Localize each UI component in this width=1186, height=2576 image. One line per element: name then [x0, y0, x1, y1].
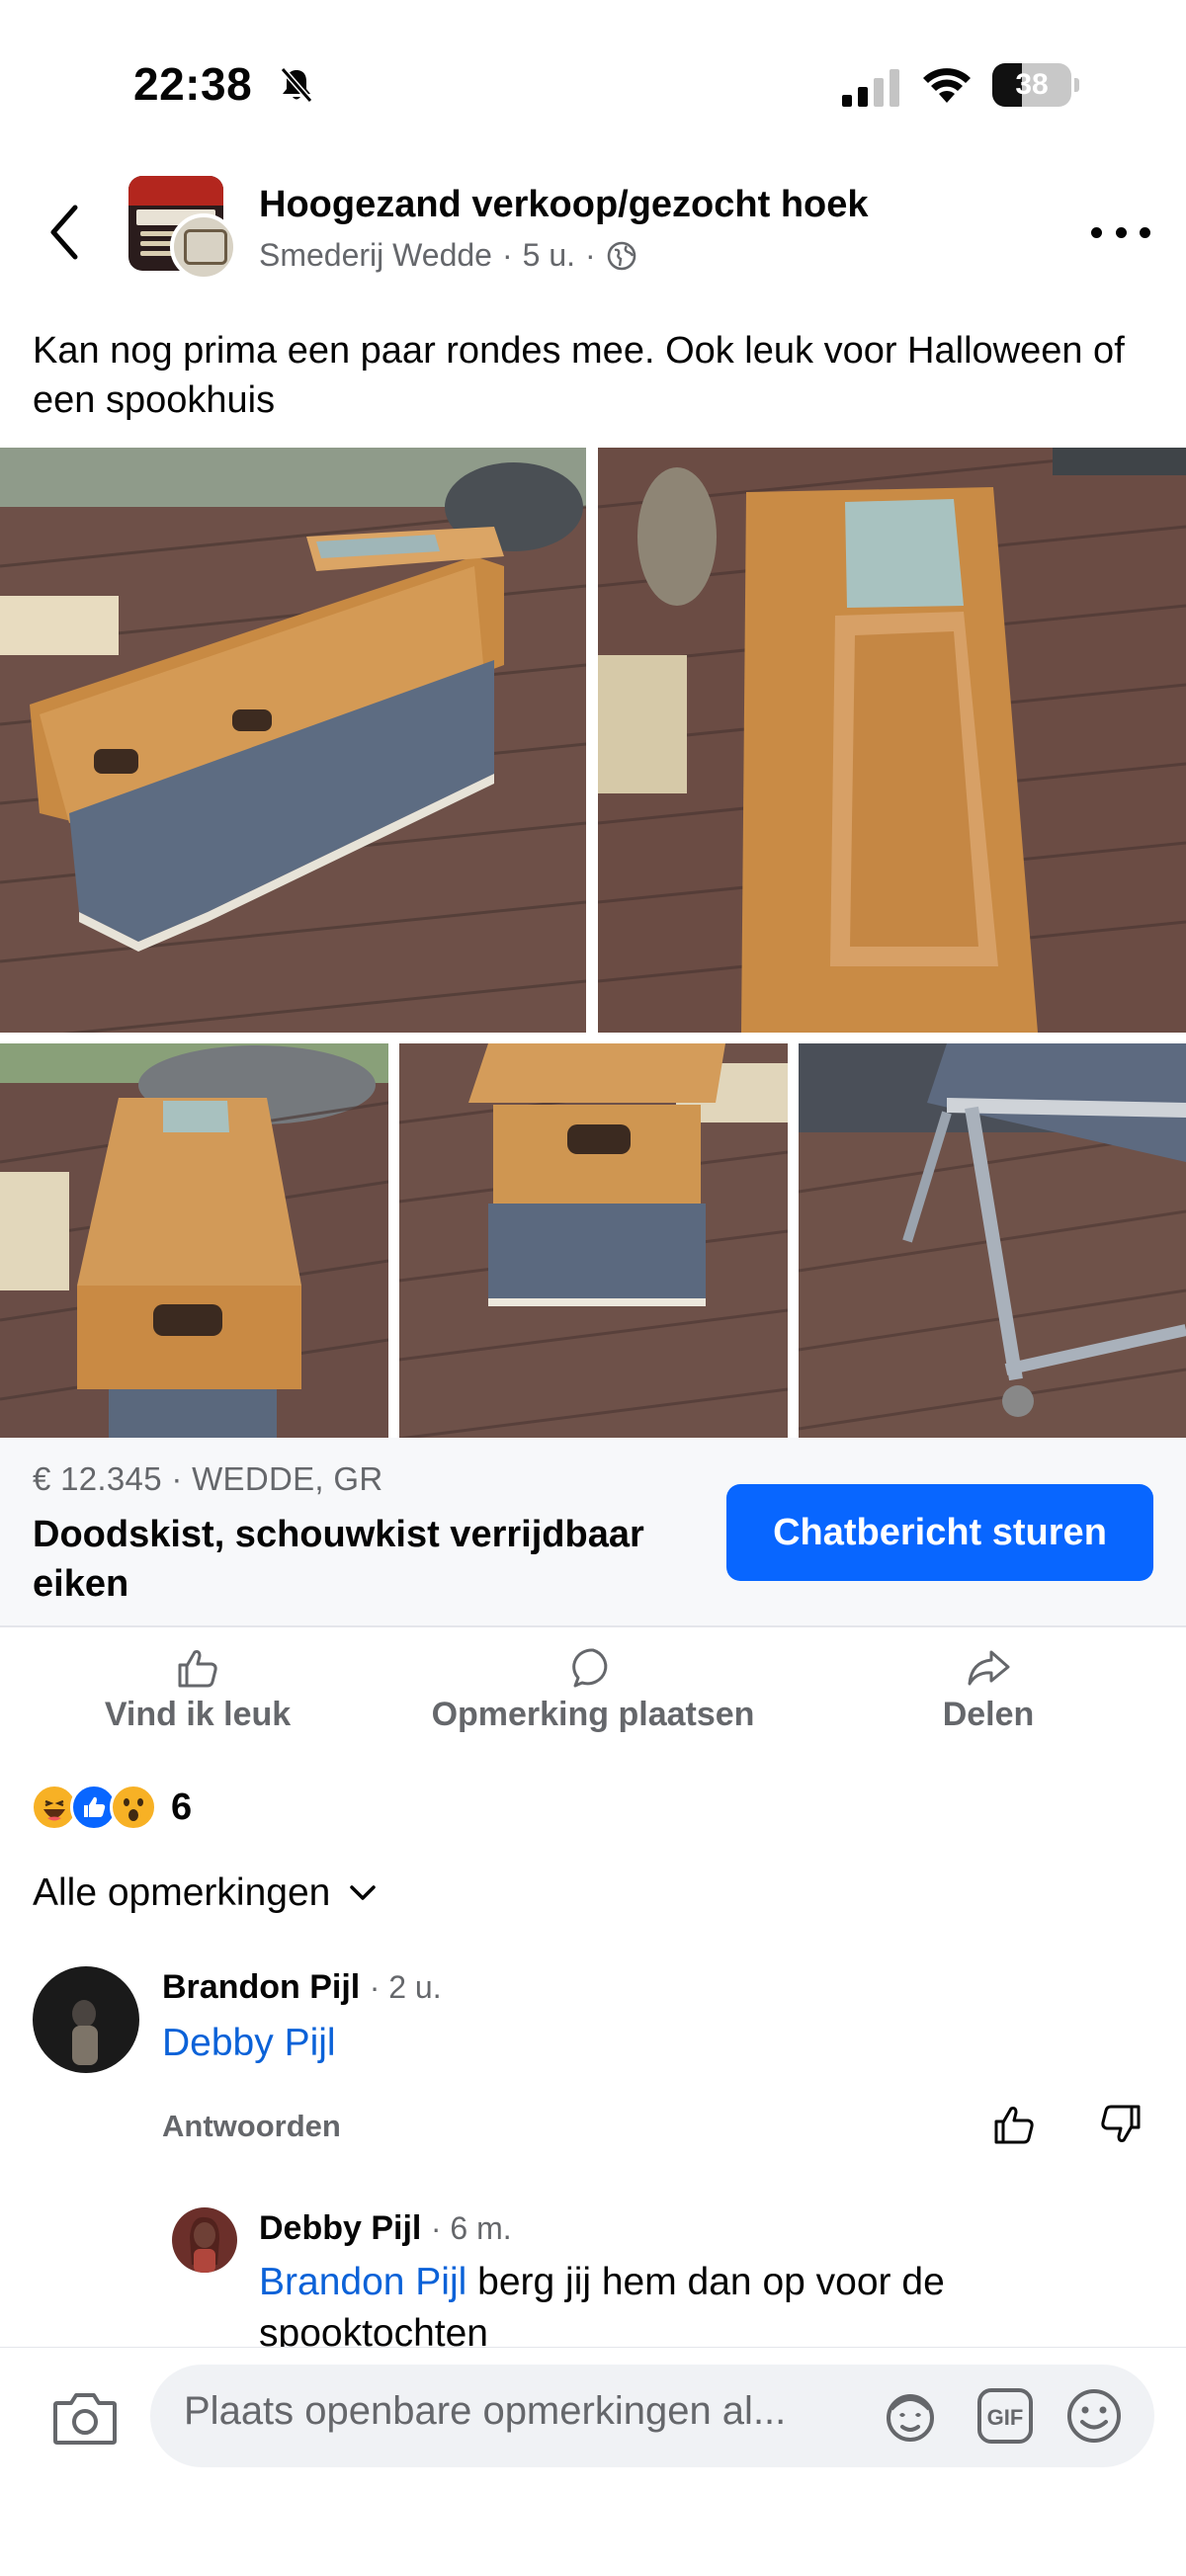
reaction-count: 6 [171, 1786, 193, 1828]
comments-filter-dropdown[interactable]: Alle opmerkingen [33, 1871, 378, 1915]
photo-2[interactable] [598, 448, 1186, 1033]
coffin-end-photo [0, 1043, 388, 1438]
globe-icon [607, 241, 635, 270]
upvote-icon[interactable] [990, 2101, 1038, 2148]
reply-mention[interactable]: Brandon Pijl [259, 2261, 466, 2303]
share-label: Delen [942, 1696, 1035, 1733]
cellular-signal-icon [842, 69, 899, 107]
commenter-avatar[interactable] [33, 1966, 139, 2073]
status-bar: 22:38 38 [0, 0, 1186, 148]
chevron-down-icon [350, 1885, 377, 1900]
listing-title[interactable]: Doodskist, schouwkist verrijdbaar eiken [33, 1510, 715, 1609]
gif-icon[interactable]: GIF [974, 2385, 1036, 2447]
reply-author[interactable]: Debby Pijl · 6 m. [259, 2209, 512, 2248]
coffin-top-photo [598, 448, 1186, 1033]
group-name[interactable]: Hoogezand verkoop/gezocht hoek [259, 184, 869, 226]
coffin-front-photo [399, 1043, 788, 1438]
reply-time: · 6 m. [430, 2210, 512, 2246]
wifi-icon [923, 68, 971, 103]
photo-1[interactable] [0, 448, 586, 1033]
photo-3[interactable] [0, 1043, 388, 1438]
photo-5[interactable] [799, 1043, 1186, 1438]
wow-reaction-icon [110, 1784, 157, 1831]
post-text: Kan nog prima een paar rondes mee. Ook l… [33, 330, 1125, 421]
emoji-icon[interactable] [1063, 2385, 1125, 2447]
listing-price-location: € 12.345 · WEDDE, GR [33, 1460, 383, 1497]
chevron-left-icon [50, 205, 78, 260]
author-name[interactable]: Smederij Wedde [259, 237, 492, 274]
share-button[interactable]: Delen [909, 1644, 1067, 1743]
comments-filter-label: Alle opmerkingen [33, 1871, 331, 1914]
photo-4[interactable] [399, 1043, 788, 1438]
share-arrow-icon [968, 1650, 1010, 1686]
more-options-button[interactable] [1091, 217, 1150, 247]
meta-separator: · [501, 237, 513, 273]
more-dots-icon [1091, 226, 1102, 238]
reply-button[interactable]: Antwoorden [162, 2109, 341, 2144]
comment-time: · 2 u. [369, 1969, 442, 2005]
coffin-trolley-photo [799, 1043, 1186, 1438]
avatar-sticker-icon[interactable] [880, 2385, 941, 2447]
send-message-button[interactable]: Chatbericht sturen [726, 1484, 1153, 1581]
camera-icon[interactable] [51, 2389, 119, 2449]
thumbs-up-icon [178, 1650, 217, 1688]
comment-input-placeholder[interactable]: Plaats openbare opmerkingen al... [184, 2389, 856, 2434]
comment-label: Opmerking plaatsen [431, 1696, 755, 1733]
battery-percentage: 38 [1015, 68, 1049, 101]
comment-author[interactable]: Brandon Pijl · 2 u. [162, 1968, 442, 2007]
reactions-summary[interactable]: 6 [31, 1783, 192, 1832]
author-avatar[interactable] [170, 213, 237, 281]
reply-text: Brandon Pijl berg jij hem dan op voor de… [259, 2261, 945, 2355]
coffin-side-photo [0, 448, 586, 1033]
comment-text: Debby Pijl [162, 2018, 1131, 2069]
battery-indicator: 38 [992, 63, 1079, 107]
meta-separator: · [585, 237, 596, 273]
reply-avatar[interactable] [172, 2207, 237, 2273]
like-button[interactable]: Vind ik leuk [99, 1644, 296, 1743]
back-button[interactable] [40, 198, 89, 267]
comment-mention[interactable]: Debby Pijl [162, 2022, 336, 2064]
bell-muted-icon [280, 67, 313, 103]
status-time: 22:38 [133, 58, 253, 110]
comment-button[interactable]: Opmerking plaatsen [415, 1644, 771, 1743]
comment-bubble-icon [572, 1648, 608, 1688]
like-label: Vind ik leuk [104, 1696, 292, 1733]
downvote-icon[interactable] [1097, 2101, 1144, 2148]
post-meta: Smederij Wedde · 5 u. · [259, 237, 637, 274]
post-time[interactable]: 5 u. [523, 237, 575, 274]
svg-text:GIF: GIF [987, 2405, 1024, 2430]
